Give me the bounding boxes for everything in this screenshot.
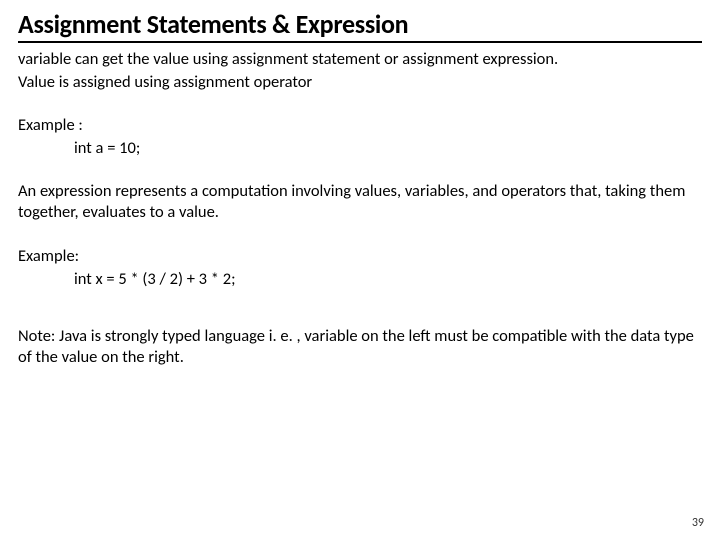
example1-code: int a = 10; xyxy=(18,138,702,159)
note-text: Note: Java is strongly typed language i.… xyxy=(18,326,702,368)
page-number: 39 xyxy=(692,516,704,530)
example2-code: int x = 5 * (3 / 2) + 3 * 2; xyxy=(18,269,702,290)
slide: Assignment Statements & Expression varia… xyxy=(0,0,720,540)
example1-label: Example : xyxy=(18,115,702,136)
slide-title: Assignment Statements & Expression xyxy=(18,10,702,43)
intro-line-2: Value is assigned using assignment opera… xyxy=(18,72,702,93)
intro-line-1: variable can get the value using assignm… xyxy=(18,49,702,70)
example2-label: Example: xyxy=(18,246,702,267)
expression-description: An expression represents a computation i… xyxy=(18,181,702,223)
